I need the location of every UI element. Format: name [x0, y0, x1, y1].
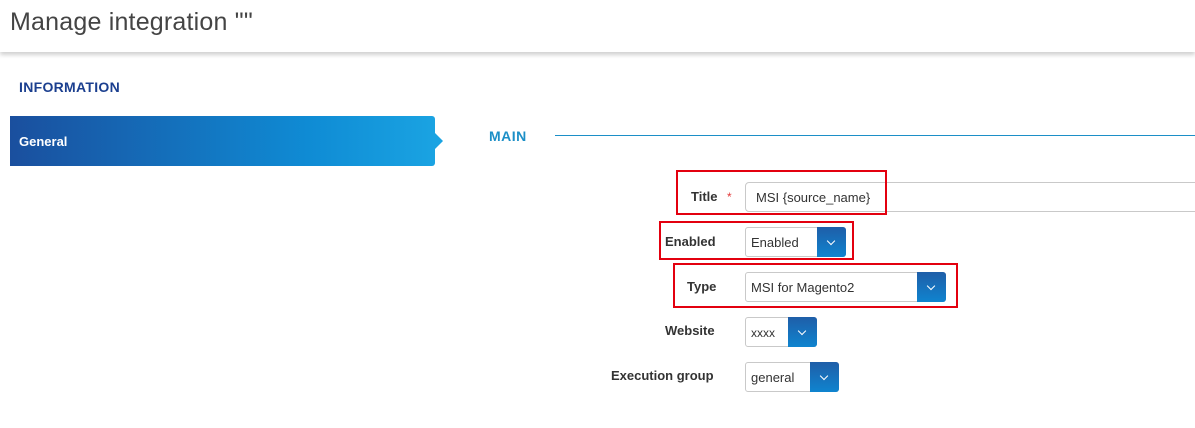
title-input[interactable] [745, 182, 1195, 212]
chevron-down-icon[interactable] [810, 362, 839, 392]
page-header: Manage integration "" [0, 0, 1195, 52]
tab-general-label: General [19, 134, 68, 149]
type-select[interactable]: MSI for Magento2 [745, 272, 946, 302]
enabled-select-value: Enabled [751, 235, 799, 250]
main-section-title: MAIN [489, 128, 527, 144]
chevron-down-icon[interactable] [788, 317, 817, 347]
execution-group-select-value: general [751, 370, 795, 385]
execution-group-label: Execution group [611, 368, 714, 383]
enabled-select[interactable]: Enabled [745, 227, 846, 257]
tab-general[interactable]: General [10, 116, 443, 166]
page-title: Manage integration "" [10, 8, 253, 36]
type-label: Type [687, 279, 717, 294]
website-label: Website [665, 323, 715, 338]
execution-group-select[interactable]: general [745, 362, 839, 392]
chevron-down-icon[interactable] [817, 227, 846, 257]
website-select-value: xxxx [751, 326, 775, 340]
information-section-title: INFORMATION [19, 79, 121, 95]
enabled-label: Enabled [665, 234, 716, 249]
title-label: Title [691, 189, 718, 204]
type-select-value: MSI for Magento2 [751, 280, 855, 295]
required-asterisk: * [727, 190, 732, 204]
chevron-down-icon[interactable] [917, 272, 946, 302]
section-divider [555, 135, 1195, 136]
website-select[interactable]: xxxx [745, 317, 817, 347]
